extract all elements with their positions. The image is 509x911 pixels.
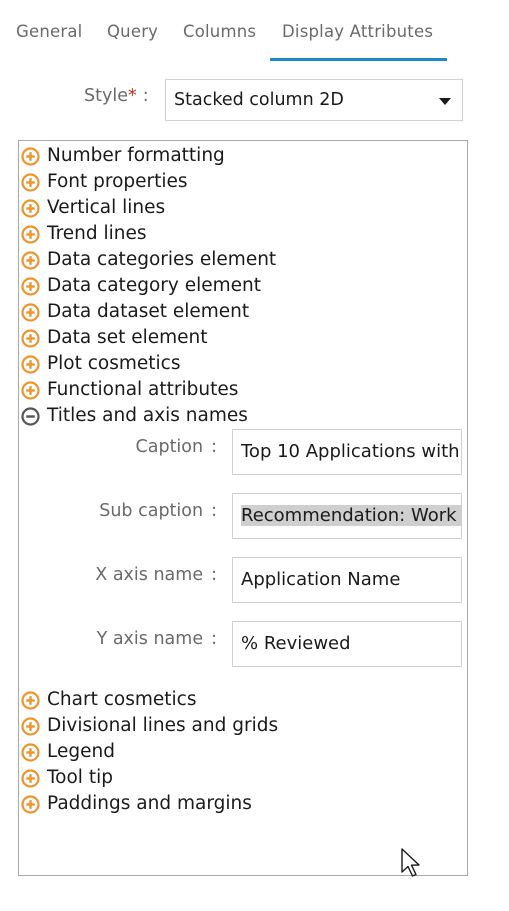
tree-node-label: Chart cosmetics: [47, 689, 197, 710]
field-label-colon: :: [211, 629, 217, 649]
tree-node-label: Font properties: [47, 171, 188, 192]
plus-circle-icon[interactable]: [21, 147, 40, 166]
field-label-text: Caption: [135, 437, 204, 457]
tab-general[interactable]: General: [16, 22, 82, 41]
field-label-colon: :: [211, 437, 217, 457]
y-axis-name-input[interactable]: % Reviewed: [232, 621, 462, 667]
field-label-caption: Caption:: [136, 437, 217, 457]
plus-circle-icon[interactable]: [21, 795, 40, 814]
field-label-x-axis-name: X axis name:: [95, 565, 217, 585]
caret-down-icon: [439, 98, 451, 105]
tree-node-label: Data categories element: [47, 249, 277, 270]
tab-query[interactable]: Query: [107, 22, 158, 41]
plus-circle-icon[interactable]: [21, 277, 40, 296]
tree-node-label: Data category element: [47, 275, 261, 296]
y-axis-name-input-value: % Reviewed: [241, 633, 351, 654]
plus-circle-icon[interactable]: [21, 769, 40, 788]
tree-node-label: Tool tip: [47, 767, 113, 788]
active-tab-indicator: [270, 58, 447, 61]
field-label-text: Sub caption: [99, 501, 204, 521]
plus-circle-icon[interactable]: [21, 355, 40, 374]
field-label-sub-caption: Sub caption:: [99, 501, 217, 521]
plus-circle-icon[interactable]: [21, 225, 40, 244]
style-label: Style*:: [84, 86, 149, 106]
plus-circle-icon[interactable]: [21, 691, 40, 710]
style-label-colon: :: [142, 86, 149, 106]
sub-caption-input[interactable]: Recommendation: Work: [232, 493, 462, 539]
caption-input-value: Top 10 Applications with: [241, 441, 460, 462]
field-label-y-axis-name: Y axis name:: [97, 629, 217, 649]
tree-node-label: Plot cosmetics: [47, 353, 181, 374]
sub-caption-input-value: Recommendation: Work: [241, 505, 461, 526]
plus-circle-icon[interactable]: [21, 173, 40, 192]
attributes-tree[interactable]: Number formatting Font properties Vertical…: [18, 140, 468, 876]
field-label-colon: :: [211, 501, 217, 521]
x-axis-name-input-value: Application Name: [241, 569, 401, 590]
style-select[interactable]: Stacked column 2D: [165, 79, 463, 121]
tree-node-label: Trend lines: [47, 223, 147, 244]
tree-node-label: Divisional lines and grids: [47, 715, 279, 736]
field-label-text: Y axis name: [96, 629, 204, 649]
plus-circle-icon[interactable]: [21, 381, 40, 400]
caption-input[interactable]: Top 10 Applications with: [232, 429, 462, 475]
tree-node-label: Titles and axis names: [47, 405, 248, 426]
plus-circle-icon[interactable]: [21, 199, 40, 218]
tab-columns[interactable]: Columns: [183, 22, 256, 41]
plus-circle-icon[interactable]: [21, 717, 40, 736]
tree-node-label: Data dataset element: [47, 301, 250, 322]
mouse-pointer-icon: [401, 848, 420, 877]
style-label-text: Style: [84, 86, 128, 106]
tree-node-label: Functional attributes: [47, 379, 239, 400]
tree-node-label: Vertical lines: [47, 197, 166, 218]
plus-circle-icon[interactable]: [21, 743, 40, 762]
tree-node-label: Data set element: [47, 327, 208, 348]
tab-bar: General Query Columns Display Attributes: [0, 0, 509, 62]
tree-node-label: Number formatting: [47, 145, 225, 166]
plus-circle-icon[interactable]: [21, 251, 40, 270]
tree-node-label: Paddings and margins: [47, 793, 252, 814]
tab-display-attributes[interactable]: Display Attributes: [282, 22, 433, 41]
tree-node-label: Legend: [47, 741, 115, 762]
plus-circle-icon[interactable]: [21, 329, 40, 348]
field-label-text: X axis name: [95, 565, 204, 585]
minus-circle-icon[interactable]: [21, 407, 40, 426]
x-axis-name-input[interactable]: Application Name: [232, 557, 462, 603]
field-label-colon: :: [211, 565, 217, 585]
required-marker: *: [127, 86, 137, 106]
plus-circle-icon[interactable]: [21, 303, 40, 322]
style-select-value: Stacked column 2D: [174, 90, 344, 110]
